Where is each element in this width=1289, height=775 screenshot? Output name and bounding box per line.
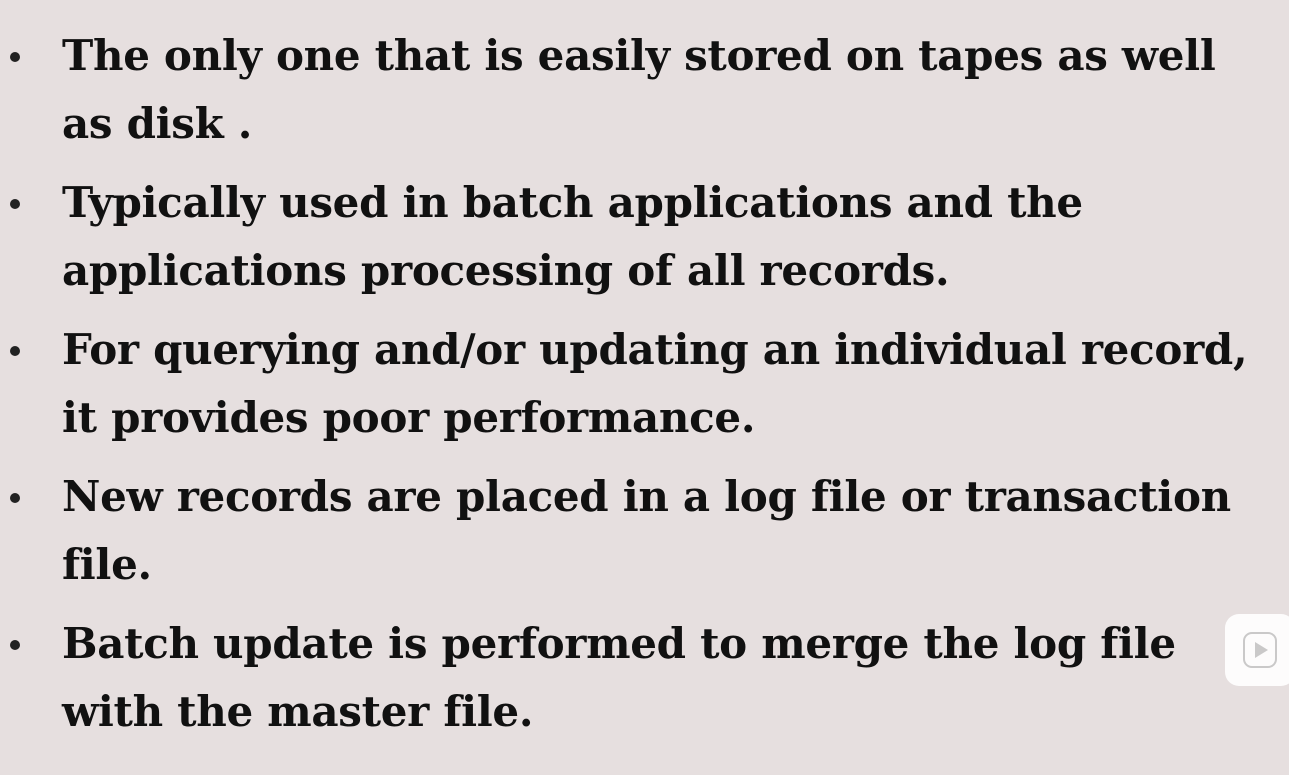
video-play-button[interactable] — [1225, 614, 1289, 686]
slide: The only one that is easily stored on ta… — [0, 0, 1289, 775]
play-icon — [1243, 632, 1277, 668]
bullet-item: Typically used in batch applications and… — [0, 169, 1289, 305]
bullet-dot-icon — [10, 52, 20, 62]
bullet-dot-icon — [10, 199, 20, 209]
bullet-dot-icon — [10, 493, 20, 503]
bullet-text: Batch update is performed to merge the l… — [62, 619, 1176, 736]
bullet-item: Batch update is performed to merge the l… — [0, 610, 1289, 746]
bullet-dot-icon — [10, 346, 20, 356]
bullet-item: The only one that is easily stored on ta… — [0, 22, 1289, 158]
bullet-text: For querying and/or updating an individu… — [62, 325, 1248, 442]
bullet-text: Typically used in batch applications and… — [62, 178, 1083, 295]
bullet-list: The only one that is easily stored on ta… — [0, 22, 1289, 757]
bullet-dot-icon — [10, 640, 20, 650]
bullet-text: New records are placed in a log file or … — [62, 472, 1231, 589]
bullet-item: New records are placed in a log file or … — [0, 463, 1289, 599]
bullet-text: The only one that is easily stored on ta… — [62, 31, 1216, 148]
bullet-item: For querying and/or updating an individu… — [0, 316, 1289, 452]
